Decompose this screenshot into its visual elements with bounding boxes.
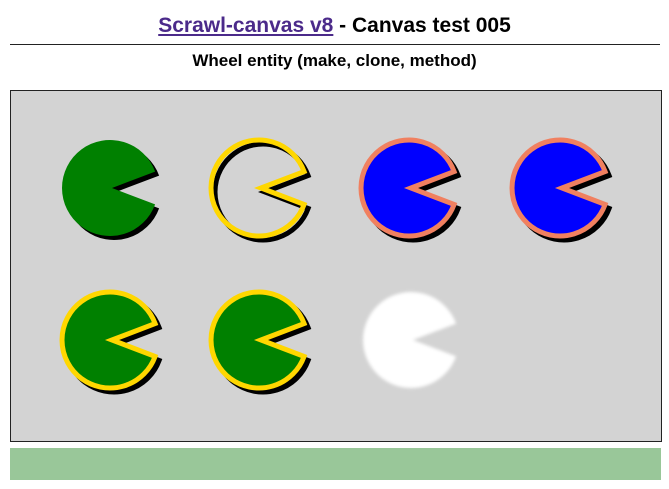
wheel-5-shape [59, 289, 159, 391]
wheel-3-shape [358, 137, 458, 239]
wheel-4 [509, 137, 613, 243]
wheel-1-shape [62, 140, 156, 237]
canvas-drawing [59, 137, 613, 395]
wheel-3 [358, 137, 462, 243]
title-divider [10, 44, 660, 45]
wheel-4-shape [509, 137, 609, 239]
page-title: Scrawl-canvas v8 - Canvas test 005 [0, 12, 669, 40]
wheel-1 [62, 140, 160, 241]
test-page: Scrawl-canvas v8 - Canvas test 005 Wheel… [0, 0, 669, 489]
wheel-2 [208, 137, 312, 243]
wheel-7 [363, 292, 457, 389]
wheel-2-shape [208, 137, 308, 239]
demo-canvas[interactable] [10, 90, 662, 442]
report-bar [10, 448, 661, 480]
wheel-5 [59, 289, 163, 395]
wheel-6 [208, 289, 312, 395]
page-title-text: - Canvas test 005 [333, 14, 511, 37]
page-subtitle: Wheel entity (make, clone, method) [192, 51, 477, 70]
scrawl-canvas-link[interactable]: Scrawl-canvas v8 [158, 14, 333, 37]
wheel-7-shape [363, 292, 457, 389]
wheel-6-shape [208, 289, 308, 391]
